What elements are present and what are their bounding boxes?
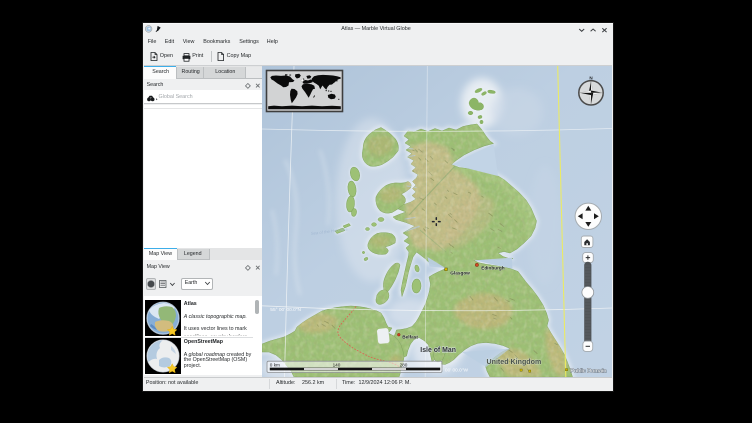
svg-text:0 km: 0 km (270, 363, 280, 368)
svg-text:Edinburgh: Edinburgh (481, 266, 505, 271)
svg-text:Isle of Man: Isle of Man (420, 347, 456, 354)
svg-text:5° 00' 00.0"W: 5° 00' 00.0"W (439, 368, 469, 374)
svg-text:United Kingdom: United Kingdom (487, 358, 542, 366)
svg-text:55° 00' 00.0"N: 55° 00' 00.0"N (270, 307, 301, 313)
svg-text:Belfast: Belfast (402, 334, 418, 339)
svg-text:Glasgow: Glasgow (450, 270, 470, 275)
svg-text:280: 280 (400, 363, 408, 368)
svg-text:Public Domain: Public Domain (570, 368, 606, 374)
svg-text:140: 140 (333, 363, 341, 368)
